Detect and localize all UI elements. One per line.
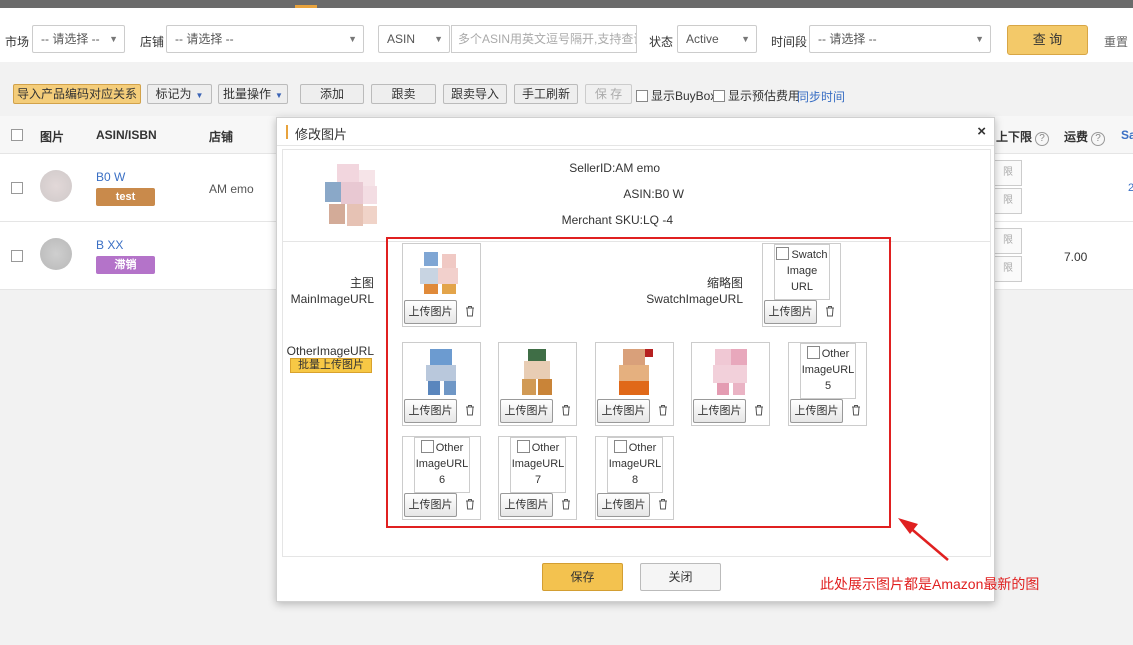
market-label: 市场 [5,35,30,49]
chevron-down-icon: ▼ [741,34,750,44]
period-label: 时间段 [771,35,808,49]
limit-button[interactable]: 限 [994,256,1022,282]
market-select[interactable]: -- 请选择 -- ▼ [32,25,125,53]
period-select[interactable]: -- 请选择 -- ▼ [809,25,991,53]
limit-button[interactable]: 限 [994,228,1022,254]
freight-value: 7.00 [1064,250,1088,264]
product-thumbnail [40,238,72,270]
row-checkbox[interactable] [11,182,23,194]
select-all-checkbox[interactable] [11,129,23,141]
product-thumbnail [40,170,72,202]
header-shop: 店铺 [209,130,234,144]
row-checkbox[interactable] [11,250,23,262]
reset-button[interactable]: 重置 [1104,33,1128,50]
header-freight: 运费? [1064,128,1106,146]
add-button[interactable]: 添加 [300,84,364,104]
shop-label: 店铺 [140,35,165,49]
manual-refresh-button[interactable]: 手工刷新 [514,84,578,104]
title-accent [286,125,288,139]
show-buybox-checkbox[interactable]: 显示BuyBox [636,87,716,104]
status-label: 状态 [649,35,674,49]
import-mapping-button[interactable]: 导入产品编码对应关系 [13,84,141,104]
close-button[interactable]: 关闭 [640,563,721,591]
shop-name: AM emo [209,182,254,196]
asin-link[interactable]: B0 W [96,170,125,184]
chevron-down-icon: ▼ [275,91,283,100]
query-button[interactable]: 查 询 [1007,25,1088,55]
follow-sell-button[interactable]: 跟卖 [371,84,436,104]
toolbar-save-button[interactable]: 保 存 [585,84,632,104]
bulk-upload-button[interactable]: 批量上传图片 [290,358,372,373]
chevron-down-icon: ▼ [434,34,443,44]
top-strip [0,0,1133,8]
mark-as-button[interactable]: 标记为 ▼ [147,84,212,104]
follow-import-button[interactable]: 跟卖导入 [443,84,507,104]
limit-button[interactable]: 限 [994,160,1022,186]
action-toolbar: 导入产品编码对应关系 标记为 ▼ 批量操作 ▼ 添加 跟卖 跟卖导入 手工刷新 保 … [0,62,1133,116]
chevron-down-icon: ▼ [348,34,357,44]
header-image: 图片 [40,130,65,144]
help-icon[interactable]: ? [1035,132,1050,146]
close-icon[interactable]: × [977,123,986,140]
batch-ops-button[interactable]: 批量操作 ▼ [218,84,288,104]
limit-button[interactable]: 限 [994,188,1022,214]
dialog-header: 修改图片 × [277,118,994,146]
row-link[interactable]: 2 [1128,182,1133,194]
shop-select[interactable]: -- 请选择 -- ▼ [166,25,364,53]
asin-text: ASIN:B0 W [623,187,684,201]
status-select[interactable]: Active ▼ [677,25,757,53]
chevron-down-icon: ▼ [975,34,984,44]
annotation-text: 此处展示图片都是Amazon最新的图 [820,576,1040,592]
chevron-down-icon: ▼ [195,91,204,100]
asin-type-select[interactable]: ASIN ▼ [378,25,450,53]
asin-search-input[interactable]: 多个ASIN用英文逗号隔开,支持查询 [451,25,637,53]
dialog-title: 修改图片 [295,127,348,142]
help-icon[interactable]: ? [1091,132,1106,146]
header-extra[interactable]: Sa [1121,128,1133,142]
sku-text: Merchant SKU:LQ -4 [561,213,673,227]
filter-bar: 市场 -- 请选择 -- ▼ 店铺 -- 请选择 -- ▼ ASIN ▼ 多个ASIN… [0,8,1133,62]
save-button[interactable]: 保存 [542,563,623,591]
header-limit: 上下限? [996,128,1050,146]
sync-time-link[interactable]: 同步时间 [797,88,845,105]
status-badge: test [96,188,155,206]
highlight-box [386,237,891,528]
product-image [325,164,377,226]
status-badge: 滞销 [96,256,155,274]
seller-id-text: SellerID:AM emo [569,161,660,175]
main-image-label: 主图 MainImageURL [290,276,374,306]
chevron-down-icon: ▼ [109,34,118,44]
asin-link[interactable]: B XX [96,238,123,252]
other-image-label: OtherImageURL [286,344,374,358]
header-asin: ASIN/ISBN [96,128,157,142]
show-fee-checkbox[interactable]: 显示预估费用 [713,87,800,104]
